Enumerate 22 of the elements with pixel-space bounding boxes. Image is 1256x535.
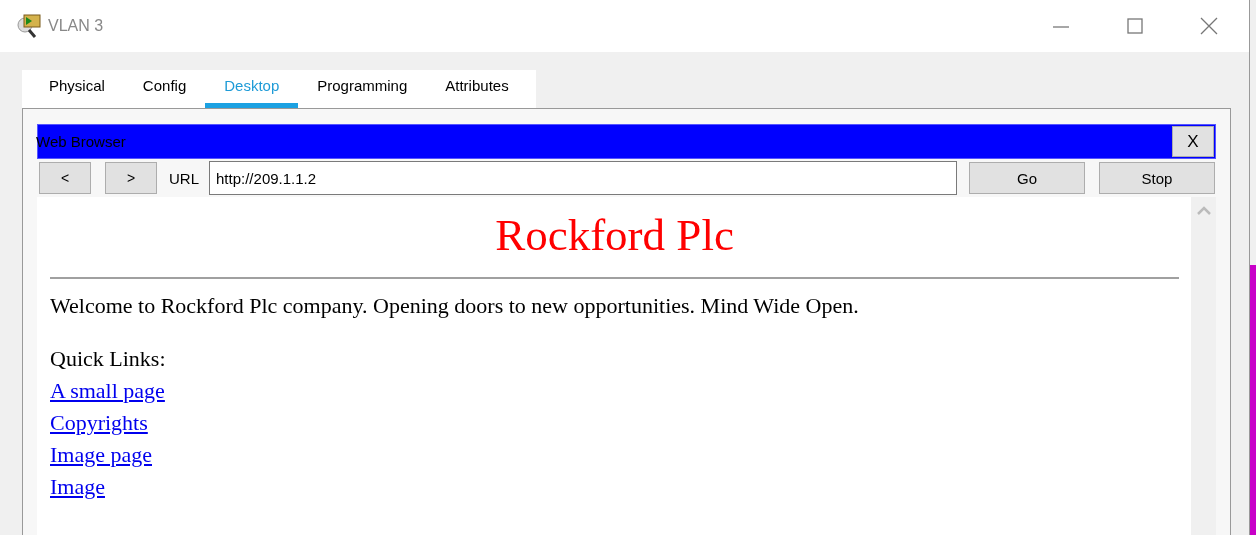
tab[interactable]: Physical xyxy=(30,77,124,108)
page-heading: Rockford Plc xyxy=(494,209,735,261)
page-link[interactable]: Image page xyxy=(50,439,152,471)
welcome-text: Welcome to Rockford Plc company. Opening doors to new opportunities. Mind Wide Open. xyxy=(50,293,860,319)
page-link[interactable]: A small page xyxy=(50,375,165,407)
url-field[interactable]: http://209.1.1.2 xyxy=(209,161,957,195)
quick-links-label: Quick Links: xyxy=(50,345,167,373)
scroll-up-icon[interactable] xyxy=(1196,205,1211,215)
forward-button[interactable]: > xyxy=(105,162,157,194)
back-button[interactable]: < xyxy=(39,162,91,194)
magnifier-icon xyxy=(16,13,42,39)
close-button[interactable]: X xyxy=(1172,126,1214,157)
tab[interactable]: Programming xyxy=(298,77,427,108)
go-button[interactable]: Go xyxy=(969,162,1085,194)
tab[interactable]: Config xyxy=(123,77,206,108)
stop-button[interactable]: Stop xyxy=(1099,162,1215,194)
window-title: VLAN 3 xyxy=(48,17,104,35)
page-link[interactable]: Copyrights xyxy=(50,407,148,439)
url-label: URL xyxy=(169,169,199,187)
scrollbar[interactable] xyxy=(1191,197,1216,535)
tab[interactable]: Attributes xyxy=(426,77,528,108)
page-link[interactable]: Image xyxy=(50,471,105,503)
